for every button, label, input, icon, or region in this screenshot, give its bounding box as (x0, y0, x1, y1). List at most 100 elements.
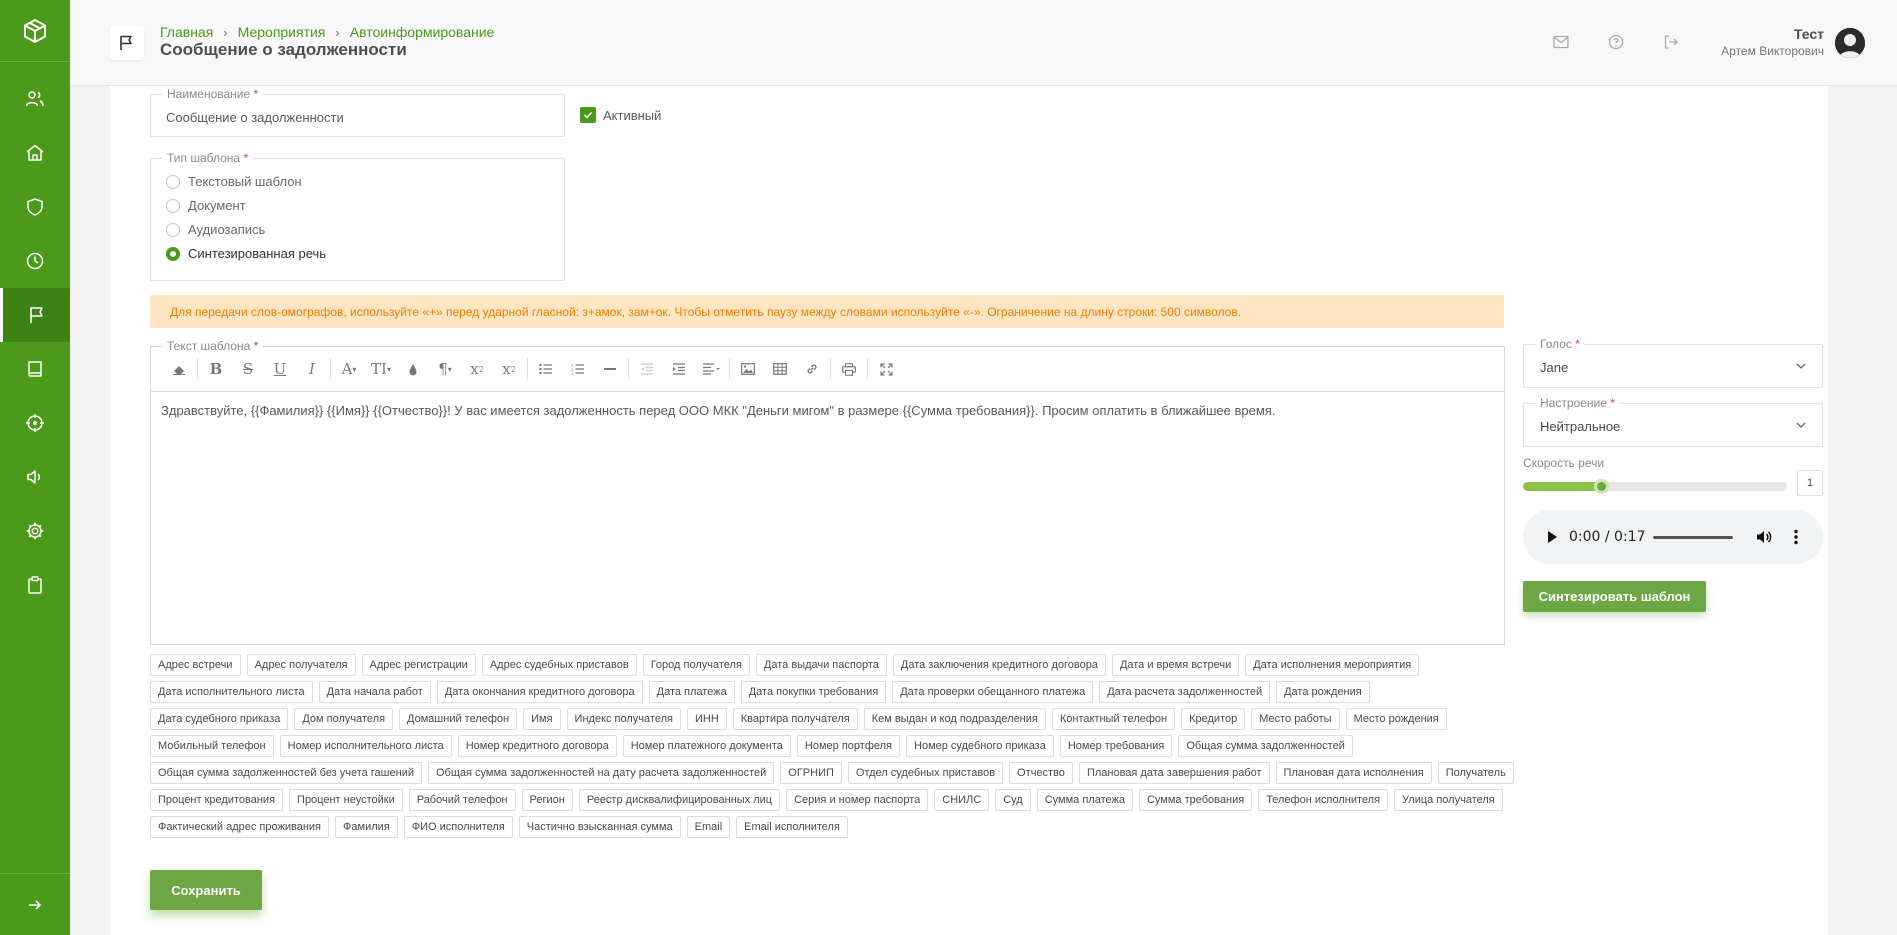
variable-chip[interactable]: Номер кредитного договора (457, 735, 617, 757)
bullet-list-icon[interactable] (530, 355, 562, 383)
logout-icon[interactable] (1661, 32, 1681, 52)
font-color-icon[interactable]: A ▾ (333, 355, 365, 383)
synthesize-button[interactable]: Синтезировать шаблон (1523, 581, 1706, 612)
variable-chip[interactable]: Номер судебного приказа (906, 735, 1054, 757)
horizontal-rule-icon[interactable] (594, 355, 626, 383)
sidebar-item-clipboard[interactable] (0, 558, 70, 612)
mail-icon[interactable] (1551, 32, 1571, 52)
subscript-icon[interactable]: x2 (493, 355, 525, 383)
print-icon[interactable] (833, 355, 865, 383)
eraser-icon[interactable] (163, 355, 195, 383)
italic-icon[interactable]: I (296, 355, 328, 383)
name-field[interactable]: Наименование * Сообщение о задолженности (150, 87, 565, 137)
variable-chip[interactable]: Номер платежного документа (622, 735, 791, 757)
outdent-icon[interactable] (631, 355, 663, 383)
radio-button[interactable] (166, 174, 180, 189)
variable-chip[interactable]: Дата начала работ (318, 681, 431, 703)
variable-chip[interactable]: Адрес встречи (150, 654, 241, 676)
variable-chip[interactable]: Получатель (1437, 762, 1514, 784)
variable-chip[interactable]: Дата рождения (1276, 681, 1370, 703)
avatar[interactable] (1835, 28, 1865, 58)
radio-button[interactable] (166, 246, 180, 261)
variable-chip[interactable]: Контактный телефон (1051, 708, 1176, 730)
variable-chip[interactable]: Реестр дисквалифицированных лиц (578, 789, 781, 811)
sidebar-item-speaker[interactable] (0, 450, 70, 504)
variable-chip[interactable]: СНИЛС (934, 789, 990, 811)
template-type-option[interactable]: Синтезированная речь (166, 246, 326, 261)
sidebar-item-book[interactable] (0, 342, 70, 396)
variable-chip[interactable]: Общая сумма задолженностей на дату расче… (427, 762, 775, 784)
radio-button[interactable] (166, 198, 180, 213)
speech-speed-slider[interactable] (1523, 479, 1787, 494)
numbered-list-icon[interactable]: 123 (562, 355, 594, 383)
variable-chip[interactable]: Телефон исполнителя (1258, 789, 1389, 811)
template-type-option[interactable]: Текстовый шаблон (166, 174, 302, 189)
template-type-option[interactable]: Документ (166, 198, 246, 213)
speech-speed-value[interactable]: 1 (1797, 470, 1823, 496)
sidebar-item-gear[interactable] (0, 504, 70, 558)
radio-button[interactable] (166, 222, 180, 237)
superscript-icon[interactable]: x2 (461, 355, 493, 383)
variable-chip[interactable]: Номер исполнительного листа (279, 735, 452, 757)
variable-chip[interactable]: Общая сумма задолженностей без учета гаш… (150, 762, 422, 784)
bold-icon[interactable]: B (200, 355, 232, 383)
variable-chip[interactable]: ОГРНИП (780, 762, 842, 784)
sidebar-item-users[interactable] (0, 72, 70, 126)
variable-chip[interactable]: Фактический адрес проживания (150, 816, 330, 838)
variable-chip[interactable]: Номер требования (1059, 735, 1173, 757)
variable-chip[interactable]: Дата окончания кредитного договора (436, 681, 643, 703)
paragraph-icon[interactable]: ¶ ▾ (429, 355, 461, 383)
variable-chip[interactable]: Место работы (1251, 708, 1340, 730)
variable-chip[interactable]: Сумма платежа (1036, 789, 1133, 811)
variable-chip[interactable]: Дата платежа (648, 681, 735, 703)
variable-chip[interactable]: ФИО исполнителя (403, 816, 513, 838)
variable-chip[interactable]: Общая сумма задолженностей (1178, 735, 1353, 757)
variable-chip[interactable]: Дата исполнительного листа (150, 681, 313, 703)
strikethrough-icon[interactable]: S (232, 355, 264, 383)
variable-chip[interactable]: Дата выдачи паспорта (755, 654, 887, 676)
template-type-option[interactable]: Аудиозапись (166, 222, 265, 237)
variable-chip[interactable]: Email (686, 816, 731, 838)
variable-chip[interactable]: Дата и время встречи (1111, 654, 1240, 676)
variable-chip[interactable]: Город получателя (642, 654, 750, 676)
active-label[interactable]: Активный (603, 108, 661, 123)
variable-chip[interactable]: Дата судебного приказа (150, 708, 289, 730)
variable-chip[interactable]: Процент кредитования (150, 789, 284, 811)
voice-select[interactable]: Голос * Jane (1523, 337, 1823, 388)
mood-select[interactable]: Настроение * Нейтральное (1523, 396, 1823, 447)
variable-chip[interactable]: Мобильный телефон (150, 735, 274, 757)
volume-icon[interactable] (1755, 528, 1773, 546)
variable-chip[interactable]: Дата заключения кредитного договора (892, 654, 1106, 676)
indent-icon[interactable] (663, 355, 695, 383)
variable-chip[interactable]: Процент неустойки (289, 789, 403, 811)
variable-chip[interactable]: Индекс получателя (566, 708, 681, 730)
variable-chip[interactable]: Фамилия (335, 816, 398, 838)
underline-icon[interactable]: U (264, 355, 296, 383)
variable-chip[interactable]: Адрес регистрации (361, 654, 476, 676)
play-icon[interactable] (1545, 529, 1559, 545)
brush-icon[interactable] (397, 355, 429, 383)
variable-chip[interactable]: Улица получателя (1394, 789, 1503, 811)
more-options-icon[interactable] (1793, 528, 1799, 546)
sidebar-item-shield[interactable] (0, 180, 70, 234)
variable-chip[interactable]: Кем выдан и код подразделения (863, 708, 1046, 730)
table-icon[interactable] (764, 355, 796, 383)
variable-chip[interactable]: Email исполнителя (736, 816, 848, 838)
breadcrumb-item[interactable]: Главная (160, 24, 213, 40)
breadcrumb-item[interactable]: Автоинформирование (350, 24, 495, 40)
variable-chip[interactable]: Квартира получателя (732, 708, 858, 730)
variable-chip[interactable]: Домашний телефон (399, 708, 518, 730)
font-size-icon[interactable]: TI ▾ (365, 355, 397, 383)
sidebar-item-flag[interactable] (0, 288, 70, 342)
align-icon[interactable] (695, 355, 727, 383)
sidebar-item-target[interactable] (0, 396, 70, 450)
variable-chip[interactable]: ИНН (686, 708, 727, 730)
variable-chip[interactable]: Место рождения (1345, 708, 1447, 730)
app-logo[interactable] (0, 0, 70, 62)
sidebar-expand-button[interactable] (0, 873, 70, 935)
variable-chip[interactable]: Серия и номер паспорта (786, 789, 929, 811)
audio-progress-bar[interactable] (1653, 536, 1733, 539)
help-icon[interactable] (1606, 32, 1626, 52)
variable-chip[interactable]: Кредитор (1181, 708, 1246, 730)
active-checkbox[interactable] (580, 107, 596, 123)
